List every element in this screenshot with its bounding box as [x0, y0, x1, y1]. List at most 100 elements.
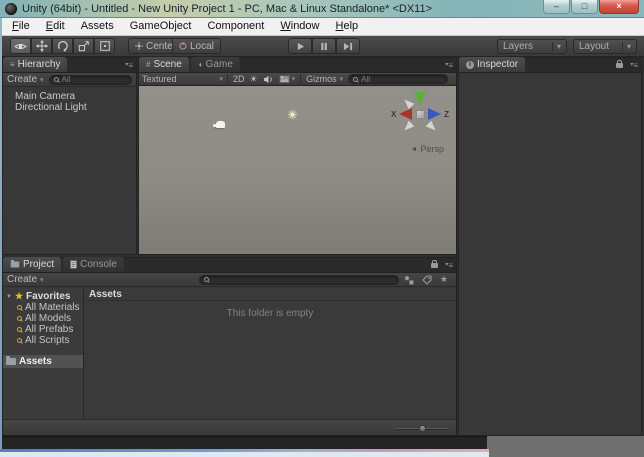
search-icon: [17, 305, 22, 310]
unity-window: Unity (64bit) - Untitled - New Unity Pro…: [0, 0, 644, 457]
menu-edit[interactable]: Edit: [38, 18, 73, 35]
move-tool-button[interactable]: [31, 38, 52, 54]
search-by-label-icon[interactable]: [422, 274, 432, 285]
project-create-button[interactable]: Create ▾: [7, 274, 44, 285]
effects-image-icon: [278, 75, 290, 83]
audio-toggle-speaker-icon[interactable]: [263, 75, 274, 84]
scene-orientation-gizmo[interactable]: X Z: [391, 91, 449, 137]
axis-y-icon[interactable]: [414, 92, 426, 106]
assets-root-folder[interactable]: Assets: [3, 355, 83, 368]
status-bar: [2, 436, 487, 449]
lock-icon[interactable]: [431, 260, 438, 268]
axis-white-icon[interactable]: [401, 120, 415, 134]
desktop-background: [487, 436, 644, 457]
foldout-arrow-icon[interactable]: ▼: [6, 294, 12, 300]
favorite-all-materials[interactable]: All Materials: [3, 302, 83, 313]
rotate-tool-button[interactable]: [52, 38, 73, 54]
lock-icon[interactable]: [616, 60, 623, 68]
axis-hub-icon[interactable]: [416, 110, 425, 119]
favorite-all-prefabs[interactable]: All Prefabs: [3, 324, 83, 335]
menu-component[interactable]: Component: [199, 18, 272, 35]
play-icon: [297, 42, 304, 50]
pause-button[interactable]: [312, 38, 336, 54]
rect-tool-button[interactable]: [94, 38, 115, 54]
panel-menu-icon[interactable]: ▾≡: [445, 61, 453, 70]
project-toolbar: Create ▾ ★: [3, 273, 456, 287]
layout-label: Layout: [579, 41, 610, 52]
search-icon: [53, 77, 59, 82]
favorite-all-models[interactable]: All Models: [3, 313, 83, 324]
search-icon: [353, 76, 359, 82]
panel-menu-icon[interactable]: ▾≡: [445, 261, 453, 270]
projection-toggle[interactable]: ◄ Persp: [411, 144, 444, 154]
hierarchy-item-directional-light[interactable]: Directional Light: [3, 102, 136, 113]
directional-light-gizmo-sun-icon[interactable]: ☀: [287, 108, 298, 122]
menu-file[interactable]: File: [4, 18, 38, 35]
rotate-icon: [57, 41, 68, 52]
minimize-button[interactable]: –: [543, 0, 570, 14]
scene-search-input[interactable]: All: [348, 74, 449, 84]
tab-hierarchy[interactable]: ≡ Hierarchy: [3, 57, 68, 72]
hierarchy-panel: ≡ Hierarchy ▾≡ Create ▾ All Main Camera …: [2, 57, 137, 255]
rect-icon: [99, 41, 110, 51]
favorites-label: Favorites: [26, 291, 71, 302]
project-search-input[interactable]: [198, 274, 399, 285]
step-button[interactable]: [336, 38, 360, 54]
search-by-type-icon[interactable]: [404, 275, 414, 285]
axis-x-icon[interactable]: [399, 108, 412, 120]
hierarchy-item-main-camera[interactable]: Main Camera: [3, 91, 136, 102]
window-controls: – □ ×: [542, 0, 639, 14]
search-filter-label: All: [61, 75, 71, 84]
titlebar[interactable]: Unity (64bit) - Untitled - New Unity Pro…: [0, 0, 644, 18]
2d-toggle[interactable]: 2D: [233, 74, 245, 84]
slider-knob[interactable]: [419, 425, 427, 432]
lighting-toggle-sun-icon[interactable]: ☀: [250, 74, 258, 85]
axis-x-label: X: [391, 110, 397, 119]
menu-assets[interactable]: Assets: [73, 18, 122, 35]
save-search-star-icon[interactable]: ★: [440, 275, 448, 284]
tab-console[interactable]: Console: [63, 257, 124, 272]
menu-gameobject[interactable]: GameObject: [122, 18, 200, 35]
panel-menu-icon[interactable]: ▾≡: [125, 61, 133, 70]
minimize-icon: –: [553, 1, 559, 11]
scene-grid-icon: #: [146, 60, 151, 69]
hierarchy-tabrow: ≡ Hierarchy ▾≡: [3, 57, 136, 73]
menu-window[interactable]: Window: [272, 18, 327, 35]
render-mode-dropdown[interactable]: Textured ▾: [142, 74, 228, 84]
layout-dropdown[interactable]: Layout ▾: [573, 39, 637, 54]
hierarchy-search-input[interactable]: All: [48, 74, 132, 85]
favorites-group[interactable]: ▼ ★ Favorites: [3, 291, 83, 302]
project-panel: Project Console ▾≡ Create ▾ ★ ▼ ★ Favori…: [2, 257, 457, 436]
axis-white-icon[interactable]: [425, 120, 439, 134]
tab-scene[interactable]: # Scene: [139, 57, 189, 72]
main-toolbar: Center Local Layers ▾ Layout ▾: [0, 36, 644, 57]
effects-dropdown[interactable]: ▾: [278, 75, 295, 83]
view-tool-button[interactable]: [10, 38, 31, 54]
tab-inspector[interactable]: i Inspector: [459, 57, 526, 72]
tab-project[interactable]: Project: [3, 257, 62, 272]
hierarchy-create-button[interactable]: Create ▾: [7, 74, 44, 85]
space-mode-button[interactable]: Local: [172, 38, 221, 54]
window-border-left: [0, 18, 2, 452]
gizmos-dropdown[interactable]: Gizmos ▾: [300, 74, 343, 84]
axis-z-icon[interactable]: [428, 108, 441, 120]
play-button[interactable]: [288, 38, 312, 54]
maximize-icon: □: [581, 1, 588, 11]
thumbnail-size-slider[interactable]: [396, 425, 448, 432]
inspector-panel: i Inspector ▾≡: [458, 57, 642, 436]
layers-dropdown[interactable]: Layers ▾: [497, 39, 567, 54]
project-content[interactable]: Assets This folder is empty: [84, 288, 456, 419]
menu-help[interactable]: Help: [328, 18, 367, 35]
scene-viewport[interactable]: ☀ X Z ◄ Persp: [139, 86, 456, 254]
unity-logo-icon: [5, 2, 17, 15]
maximize-button[interactable]: □: [571, 0, 598, 14]
favorite-all-scripts[interactable]: All Scripts: [3, 335, 83, 346]
render-mode-label: Textured: [142, 74, 177, 84]
panel-menu-icon[interactable]: ▾≡: [630, 61, 638, 70]
tab-game[interactable]: ◖ Game: [190, 57, 240, 72]
window-border-glow: [0, 452, 489, 457]
scale-tool-button[interactable]: [73, 38, 94, 54]
search-icon: [17, 327, 22, 332]
close-button[interactable]: ×: [599, 0, 639, 14]
space-mode-label: Local: [190, 40, 214, 52]
